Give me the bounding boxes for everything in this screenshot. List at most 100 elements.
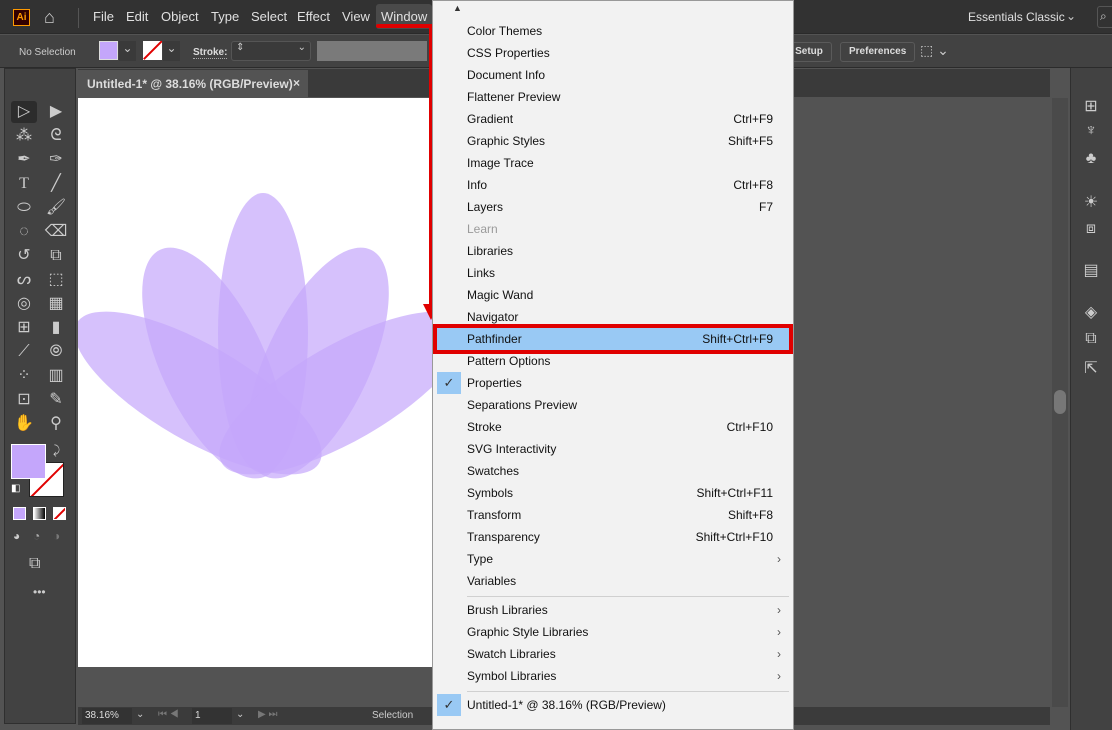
- export-icon[interactable]: ⇱: [1080, 358, 1102, 378]
- pen-tool-icon[interactable]: ✒: [11, 149, 37, 171]
- lotus-artwork[interactable]: [74, 98, 467, 667]
- menu-item-css-properties[interactable]: CSS Properties: [433, 42, 793, 64]
- screen-mode-icon[interactable]: ⧉: [29, 555, 40, 573]
- menu-item-svg-interactivity[interactable]: SVG Interactivity: [433, 438, 793, 460]
- eraser-tool-icon[interactable]: ⌫: [43, 221, 69, 243]
- draw-inside-icon[interactable]: ◑: [53, 529, 60, 543]
- hand-tool-icon[interactable]: ✋: [11, 413, 37, 435]
- graph-tool-icon[interactable]: ▥: [43, 365, 69, 387]
- more-tools-icon[interactable]: •••: [33, 585, 46, 599]
- artboard-tool-icon[interactable]: ⊡: [11, 389, 37, 411]
- menu-item-color-themes[interactable]: Color Themes: [433, 20, 793, 42]
- last-artboard-icon[interactable]: ▶ ⏭: [258, 709, 277, 720]
- document-tab[interactable]: Untitled-1* @ 38.16% (RGB/Preview) ×: [78, 70, 308, 98]
- search-icon[interactable]: ⌕: [1097, 6, 1112, 28]
- menu-item-document-info[interactable]: Document Info: [433, 64, 793, 86]
- gradient-tool-icon[interactable]: ▮: [43, 317, 69, 339]
- appearance-icon[interactable]: ☀: [1080, 192, 1102, 212]
- lasso-tool-icon[interactable]: ᘓ: [43, 125, 69, 147]
- menu-item-flattener-preview[interactable]: Flattener Preview: [433, 86, 793, 108]
- layers-icon[interactable]: ◈: [1080, 302, 1102, 322]
- zoom-level-field[interactable]: 38.16%: [82, 708, 132, 724]
- slice-tool-icon[interactable]: ✎: [43, 389, 69, 411]
- current-tool-status[interactable]: Selection: [372, 710, 413, 721]
- none-mode-icon[interactable]: [53, 507, 66, 520]
- menu-item-navigator[interactable]: Navigator: [433, 306, 793, 328]
- menu-item-gradient[interactable]: Gradient Ctrl+F9: [433, 108, 793, 130]
- swap-colors-icon[interactable]: ⤸: [53, 443, 60, 458]
- perspective-grid-tool-icon[interactable]: ▦: [43, 293, 69, 315]
- menu-item-swatch-libraries[interactable]: Swatch Libraries ›: [433, 643, 793, 665]
- blend-tool-icon[interactable]: ⦾: [43, 341, 69, 363]
- direct-selection-tool-icon[interactable]: ▶: [43, 101, 69, 123]
- menu-item-pathfinder[interactable]: Pathfinder Shift+Ctrl+F9: [433, 324, 793, 354]
- stroke-weight-stepper[interactable]: ⇕ ⌄: [231, 41, 311, 61]
- home-icon[interactable]: ⌂: [44, 7, 55, 28]
- draw-normal-icon[interactable]: ◕: [13, 529, 20, 543]
- menu-item-stroke[interactable]: Stroke Ctrl+F10: [433, 416, 793, 438]
- zoom-tool-icon[interactable]: ⚲: [43, 413, 69, 435]
- menu-item-type[interactable]: Type ›: [433, 548, 793, 570]
- brushes-icon[interactable]: ♆: [1080, 122, 1102, 142]
- symbols-icon[interactable]: ♣: [1080, 150, 1102, 170]
- menu-item-links[interactable]: Links: [433, 262, 793, 284]
- artboard[interactable]: [74, 98, 467, 667]
- menu-item-pattern-options[interactable]: Pattern Options: [433, 350, 793, 372]
- menu-item-info[interactable]: Info Ctrl+F8: [433, 174, 793, 196]
- eyedropper-tool-icon[interactable]: ⟋: [11, 341, 37, 363]
- selection-tool-icon[interactable]: ▷: [11, 101, 37, 123]
- gradient-panel-icon[interactable]: ▤: [1080, 260, 1102, 280]
- color-mode-icon[interactable]: [13, 507, 26, 520]
- chevron-down-icon[interactable]: ⌄: [236, 709, 244, 720]
- menu-item-variables[interactable]: Variables: [433, 570, 793, 592]
- chevron-down-icon[interactable]: ⌄: [136, 709, 144, 720]
- symbol-sprayer-tool-icon[interactable]: ⁘: [11, 365, 37, 387]
- menu-edit[interactable]: Edit: [126, 9, 148, 24]
- menu-file[interactable]: File: [93, 9, 114, 24]
- menu-effect[interactable]: Effect: [297, 9, 330, 24]
- menu-item-symbols[interactable]: Symbols Shift+Ctrl+F11: [433, 482, 793, 504]
- libraries-icon[interactable]: ⊞: [1080, 96, 1102, 116]
- menu-view[interactable]: View: [342, 9, 370, 24]
- free-transform-tool-icon[interactable]: ⬚: [43, 269, 69, 291]
- shaper-tool-icon[interactable]: ◌: [11, 221, 37, 243]
- warp-tool-icon[interactable]: ᔕ: [11, 269, 37, 291]
- menu-object[interactable]: Object: [161, 9, 199, 24]
- gradient-mode-icon[interactable]: [33, 507, 46, 520]
- paintbrush-tool-icon[interactable]: 🖌: [43, 197, 69, 219]
- scale-tool-icon[interactable]: ⧉: [43, 245, 69, 267]
- close-tab-icon[interactable]: ×: [293, 76, 300, 90]
- menu-item-libraries[interactable]: Libraries: [433, 240, 793, 262]
- line-tool-icon[interactable]: ╱: [43, 173, 69, 195]
- fill-swatch[interactable]: [99, 41, 118, 60]
- arrange-icon[interactable]: ⬚ ⌄: [920, 42, 949, 59]
- artboards-icon[interactable]: ⧉: [1080, 330, 1102, 350]
- default-colors-icon[interactable]: ◧: [11, 483, 20, 494]
- ellipse-tool-icon[interactable]: ⬭: [11, 197, 37, 219]
- menu-item-untitled-1-38-16-rgb-preview[interactable]: ✓ Untitled-1* @ 38.16% (RGB/Preview): [433, 694, 793, 716]
- rotate-tool-icon[interactable]: ↺: [11, 245, 37, 267]
- menu-type[interactable]: Type: [211, 9, 239, 24]
- shape-builder-tool-icon[interactable]: ◎: [11, 293, 37, 315]
- preferences-button[interactable]: Preferences: [840, 42, 916, 62]
- menu-item-symbol-libraries[interactable]: Symbol Libraries ›: [433, 665, 793, 687]
- vertical-scrollbar[interactable]: [1052, 98, 1068, 707]
- type-tool-icon[interactable]: T: [11, 173, 37, 195]
- mesh-tool-icon[interactable]: ⊞: [11, 317, 37, 339]
- artboard-number-field[interactable]: 1: [192, 708, 232, 724]
- transform-icon[interactable]: ⧈: [1080, 220, 1102, 240]
- menu-item-transparency[interactable]: Transparency Shift+Ctrl+F10: [433, 526, 793, 548]
- menu-item-magic-wand[interactable]: Magic Wand: [433, 284, 793, 306]
- scroll-up-icon[interactable]: ▲: [453, 3, 462, 13]
- menu-item-graphic-style-libraries[interactable]: Graphic Style Libraries ›: [433, 621, 793, 643]
- chevron-down-icon[interactable]: ⌄: [1066, 9, 1076, 23]
- stroke-dropdown[interactable]: ⌄: [163, 41, 180, 61]
- menu-item-image-trace[interactable]: Image Trace: [433, 152, 793, 174]
- stroke-swatch[interactable]: [143, 41, 162, 60]
- draw-behind-icon[interactable]: ◔: [33, 529, 40, 543]
- scroll-thumb[interactable]: [1054, 390, 1066, 414]
- curvature-tool-icon[interactable]: ✑: [43, 149, 69, 171]
- menu-item-transform[interactable]: Transform Shift+F8: [433, 504, 793, 526]
- menu-item-layers[interactable]: Layers F7: [433, 196, 793, 218]
- menu-item-separations-preview[interactable]: Separations Preview: [433, 394, 793, 416]
